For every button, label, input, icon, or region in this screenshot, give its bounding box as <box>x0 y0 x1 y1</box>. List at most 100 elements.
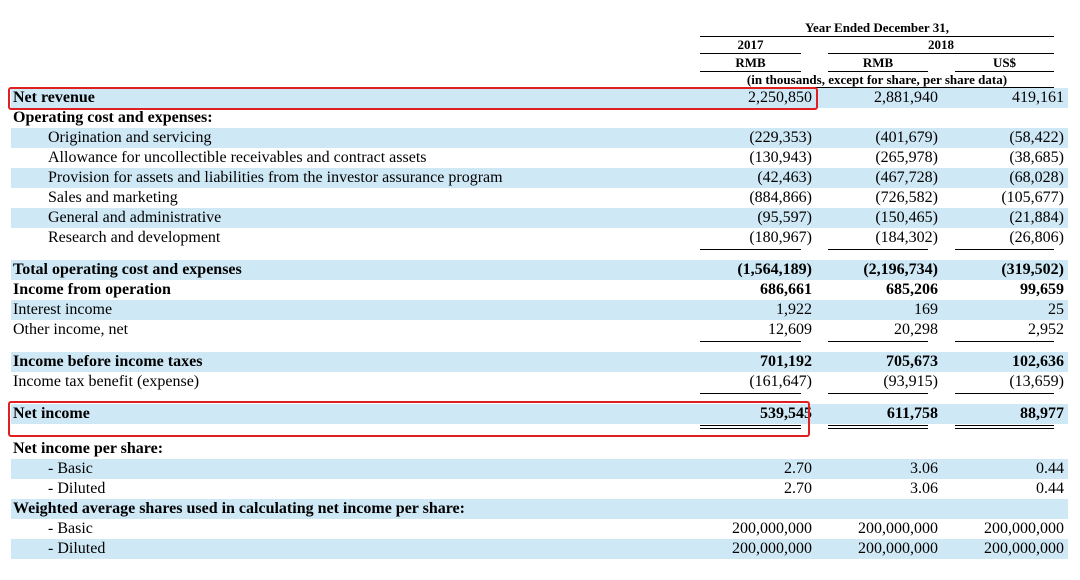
subtotal-rule-c2 <box>828 393 928 394</box>
row-label: Income from operation <box>13 281 171 298</box>
value-2018-usd: (26,806) <box>1009 229 1064 246</box>
value-2018-rmb: 200,000,000 <box>858 520 938 537</box>
row-label: Net income <box>13 405 90 422</box>
subtotal-rule-c1 <box>700 249 801 250</box>
row-label: Allowance for uncollectible receivables … <box>48 149 427 166</box>
row-net-income-per-share-header: Net income per share: <box>11 439 1068 459</box>
value-2018-rmb: 169 <box>914 301 938 318</box>
row-label: Sales and marketing <box>48 189 178 206</box>
row-label: - Basic <box>48 460 93 477</box>
row-total-operating-cost: Total operating cost and expenses (1,564… <box>11 260 1068 280</box>
value-2018-usd: 200,000,000 <box>984 540 1064 557</box>
row-label: Income before income taxes <box>13 353 203 370</box>
row-origination: Origination and servicing (229,353) (401… <box>11 128 1068 148</box>
total-double-rule-c2 <box>828 425 928 429</box>
value-2017-rmb: (42,463) <box>757 169 812 186</box>
total-double-rule-c3 <box>955 425 1054 429</box>
value-2018-rmb: 611,758 <box>886 405 938 422</box>
row-label: Other income, net <box>13 321 129 338</box>
value-2018-rmb: 2,881,940 <box>874 89 938 106</box>
value-2017-rmb: 2.70 <box>784 480 812 497</box>
row-label: Net revenue <box>13 89 95 106</box>
value-2018-rmb: (265,978) <box>875 149 938 166</box>
value-2018-usd: (68,028) <box>1009 169 1064 186</box>
year-2017-underline <box>700 53 801 54</box>
row-other-income: Other income, net 12,609 20,298 2,952 <box>11 320 1068 340</box>
value-2018-rmb: 3.06 <box>910 460 938 477</box>
total-double-rule-c1 <box>700 425 801 429</box>
row-label: Interest income <box>13 301 113 318</box>
row-research-development: Research and development (180,967) (184,… <box>11 228 1068 248</box>
value-2018-usd: 0.44 <box>1036 460 1064 477</box>
row-label: Income tax benefit (expense) <box>13 373 200 390</box>
value-2018-rmb: 3.06 <box>910 480 938 497</box>
row-allowance: Allowance for uncollectible receivables … <box>11 148 1068 168</box>
value-2018-usd: 88,977 <box>1020 405 1064 422</box>
currency-header-c3: US$ <box>992 55 1017 70</box>
row-label: - Diluted <box>48 480 106 497</box>
value-2017-rmb: (884,866) <box>749 189 812 206</box>
section-label: Weighted average shares used in calculat… <box>13 500 465 517</box>
row-operating-cost-header: Operating cost and expenses: <box>11 108 1068 128</box>
section-label: Operating cost and expenses: <box>13 109 213 126</box>
row-sales-marketing: Sales and marketing (884,866) (726,582) … <box>11 188 1068 208</box>
value-2018-rmb: (726,582) <box>875 189 938 206</box>
row-general-admin: General and administrative (95,597) (150… <box>11 208 1068 228</box>
row-label: Total operating cost and expenses <box>13 261 242 278</box>
units-note: (in thousands, except for share, per sha… <box>746 72 1008 87</box>
row-nips-diluted: - Diluted 2.70 3.06 0.44 <box>11 479 1068 499</box>
subtotal-rule-c1 <box>700 393 801 394</box>
section-label: Net income per share: <box>13 440 164 457</box>
subtotal-rule-c2 <box>828 341 928 342</box>
value-2018-usd: (21,884) <box>1009 209 1064 226</box>
row-provision: Provision for assets and liabilities fro… <box>11 168 1068 188</box>
value-2017-rmb: 2.70 <box>784 460 812 477</box>
value-2018-usd: (105,677) <box>1001 189 1064 206</box>
currency-header-c1: RMB <box>735 55 766 70</box>
value-2018-usd: 99,659 <box>1020 281 1064 298</box>
value-2018-rmb: 200,000,000 <box>858 540 938 557</box>
value-2017-rmb: 539,545 <box>760 405 812 422</box>
value-2017-rmb: 200,000,000 <box>732 540 812 557</box>
subtotal-rule-c3 <box>955 393 1054 394</box>
value-2017-rmb: (130,943) <box>749 149 812 166</box>
value-2018-usd: 200,000,000 <box>984 520 1064 537</box>
year-2018-underline <box>828 53 1054 54</box>
subtotal-rule-c1 <box>700 341 801 342</box>
value-2018-usd: (319,502) <box>1001 261 1064 278</box>
value-2017-rmb: 2,250,850 <box>748 89 812 106</box>
value-2018-rmb: (150,465) <box>875 209 938 226</box>
subtotal-rule-c3 <box>955 249 1054 250</box>
row-weighted-average-header: Weighted average shares used in calculat… <box>11 499 1068 519</box>
value-2018-rmb: 20,298 <box>894 321 938 338</box>
value-2017-rmb: (229,353) <box>749 129 812 146</box>
row-income-tax: Income tax benefit (expense) (161,647) (… <box>11 372 1068 392</box>
row-label: - Diluted <box>48 540 106 557</box>
row-was-diluted: - Diluted 200,000,000 200,000,000 200,00… <box>11 539 1068 559</box>
row-was-basic: - Basic 200,000,000 200,000,000 200,000,… <box>11 519 1068 539</box>
row-income-from-operation: Income from operation 686,661 685,206 99… <box>11 280 1068 300</box>
value-2018-usd: 25 <box>1048 301 1064 318</box>
value-2017-rmb: 1,922 <box>776 301 812 318</box>
value-2018-usd: 419,161 <box>1012 89 1064 106</box>
value-2017-rmb: 200,000,000 <box>732 520 812 537</box>
row-label: Origination and servicing <box>48 129 212 146</box>
value-2018-rmb: 705,673 <box>886 353 938 370</box>
value-2018-rmb: (2,196,734) <box>863 261 938 278</box>
row-net-revenue: Net revenue 2,250,850 2,881,940 419,161 <box>11 88 1068 108</box>
row-label: Provision for assets and liabilities fro… <box>48 169 503 186</box>
value-2017-rmb: 686,661 <box>760 281 812 298</box>
row-label: General and administrative <box>48 209 222 226</box>
row-interest-income: Interest income 1,922 169 25 <box>11 300 1068 320</box>
value-2018-rmb: (467,728) <box>875 169 938 186</box>
value-2018-usd: 102,636 <box>1012 353 1064 370</box>
value-2018-usd: (38,685) <box>1009 149 1064 166</box>
row-income-before-taxes: Income before income taxes 701,192 705,6… <box>11 352 1068 372</box>
value-2018-usd: 2,952 <box>1028 321 1064 338</box>
row-net-income: Net income 539,545 611,758 88,977 <box>11 404 1068 424</box>
row-nips-basic: - Basic 2.70 3.06 0.44 <box>11 459 1068 479</box>
value-2018-rmb: (184,302) <box>875 229 938 246</box>
value-2018-usd: (13,659) <box>1009 373 1064 390</box>
row-label: - Basic <box>48 520 93 537</box>
period-header: Year Ended December 31, <box>805 20 949 35</box>
